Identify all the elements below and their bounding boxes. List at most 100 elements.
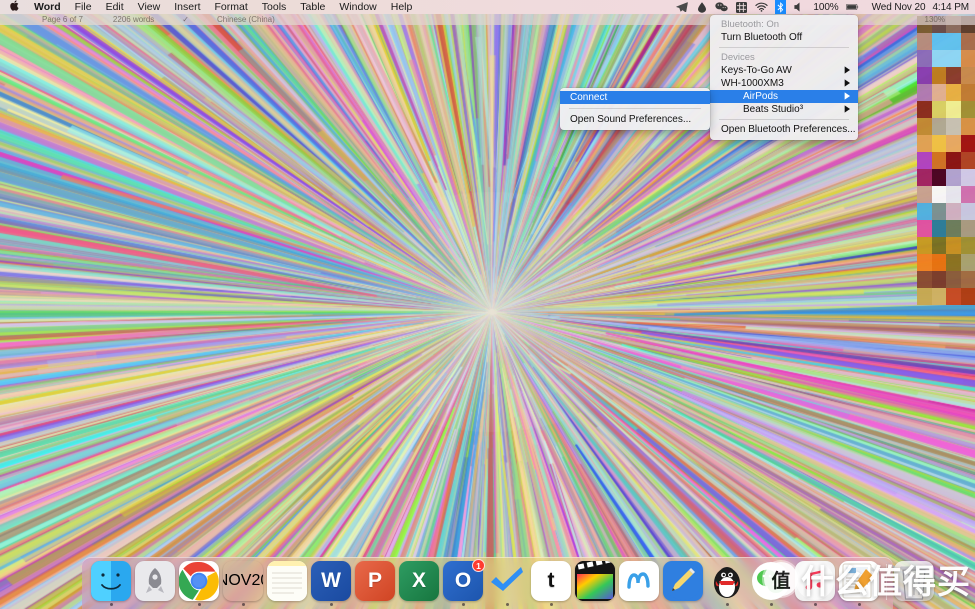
palette-swatch bbox=[917, 288, 932, 305]
battery-full-icon[interactable] bbox=[845, 1, 859, 13]
submenu-item-connect[interactable]: Connect bbox=[560, 91, 710, 104]
dock-running-indicator bbox=[461, 603, 465, 606]
palette-swatch bbox=[960, 118, 975, 135]
bluetooth-dropdown-menu[interactable]: Bluetooth: On Turn Bluetooth Off Devices… bbox=[710, 15, 858, 140]
dock-badge: 1 bbox=[472, 559, 485, 572]
menu-window[interactable]: Window bbox=[332, 0, 383, 14]
menu-tools[interactable]: Tools bbox=[255, 0, 294, 14]
dock-item-finalcut[interactable] bbox=[573, 560, 617, 606]
word-language-indicator: Chinese (China) bbox=[216, 15, 275, 24]
bluetooth-device-item[interactable]: Keys-To-Go AW ▶ bbox=[710, 64, 858, 77]
palette-swatch bbox=[917, 84, 932, 101]
dock-running-indicator bbox=[109, 603, 113, 606]
dock-running-indicator bbox=[154, 603, 157, 606]
dock-item-things[interactable] bbox=[485, 560, 529, 606]
menu-bar-time[interactable]: 4:14 PM bbox=[932, 2, 969, 13]
dock-item-chrome[interactable] bbox=[177, 560, 221, 606]
macos-menu-bar: Word File Edit View Insert Format Tools … bbox=[0, 0, 975, 14]
dock-item-mweb[interactable] bbox=[617, 560, 661, 606]
palette-swatch bbox=[931, 152, 946, 169]
music-icon bbox=[795, 561, 835, 601]
palette-swatch bbox=[917, 118, 932, 135]
palette-swatch bbox=[931, 135, 946, 152]
finalcut-icon bbox=[575, 561, 615, 601]
bluetooth-device-list: Keys-To-Go AW ▶ WH-1000XM3 ▶ AirPods ▶ Beats S… bbox=[710, 64, 858, 116]
word-letter: W bbox=[321, 569, 341, 592]
trash-icon bbox=[894, 561, 934, 601]
palette-swatch bbox=[917, 220, 932, 237]
chevron-right-icon: ▶ bbox=[844, 78, 850, 89]
bluetooth-device-item[interactable]: WH-1000XM3 ▶ bbox=[710, 77, 858, 90]
bluetooth-device-name: WH-1000XM3 bbox=[721, 78, 784, 89]
dock-item-pages[interactable] bbox=[837, 560, 881, 606]
dock-item-powerpoint[interactable]: P bbox=[353, 560, 397, 606]
telegram-icon[interactable] bbox=[675, 1, 688, 13]
menu-help[interactable]: Help bbox=[384, 0, 420, 14]
turn-bluetooth-off-item[interactable]: Turn Bluetooth Off bbox=[710, 31, 858, 44]
dock-item-finder[interactable] bbox=[89, 560, 133, 606]
menu-word[interactable]: Word bbox=[27, 0, 68, 14]
palette-swatch bbox=[931, 33, 946, 50]
palette-swatch bbox=[931, 118, 946, 135]
dock-running-indicator bbox=[374, 603, 377, 606]
submenu-item-open-sound-preferences[interactable]: Open Sound Preferences... bbox=[560, 113, 710, 126]
palette-swatch bbox=[931, 254, 946, 271]
bluetooth-device-name: Beats Studio³ bbox=[743, 104, 804, 115]
dock-item-wechat[interactable] bbox=[749, 560, 793, 606]
palette-swatch bbox=[931, 50, 946, 67]
wechat-icon[interactable] bbox=[715, 1, 729, 13]
dock-running-indicator bbox=[769, 603, 773, 606]
palette-swatch bbox=[931, 186, 946, 203]
menu-format[interactable]: Format bbox=[208, 0, 255, 14]
menu-file[interactable]: File bbox=[68, 0, 99, 14]
menu-table[interactable]: Table bbox=[293, 0, 332, 14]
dock-item-music[interactable] bbox=[793, 560, 837, 606]
palette-swatch bbox=[946, 50, 961, 67]
bluetooth-device-name: AirPods bbox=[743, 91, 779, 102]
palette-swatch bbox=[931, 237, 946, 254]
dock-item-launchpad[interactable] bbox=[133, 560, 177, 606]
macos-dock[interactable]: NOV20 WPX1O t bbox=[82, 557, 934, 609]
palette-swatch bbox=[931, 67, 946, 84]
dock-item-notes[interactable] bbox=[265, 560, 309, 606]
palette-swatch bbox=[917, 254, 932, 271]
finder-icon bbox=[91, 561, 131, 601]
palette-swatch bbox=[960, 50, 975, 67]
droplet-icon[interactable] bbox=[695, 1, 708, 13]
palette-swatch bbox=[931, 288, 946, 305]
airpods-context-submenu[interactable]: Connect Open Sound Preferences... bbox=[560, 88, 710, 130]
palette-swatch bbox=[917, 271, 932, 288]
apple-logo-icon[interactable] bbox=[6, 0, 27, 14]
wechat-icon bbox=[751, 561, 791, 601]
mweb-icon bbox=[619, 561, 659, 601]
open-bluetooth-preferences-item[interactable]: Open Bluetooth Preferences... bbox=[710, 123, 858, 136]
dock-item-notability[interactable] bbox=[661, 560, 705, 606]
dock-item-excel[interactable]: X bbox=[397, 560, 441, 606]
volume-icon[interactable] bbox=[793, 1, 806, 13]
dock-item-word[interactable]: W bbox=[309, 560, 353, 606]
palette-swatch bbox=[917, 33, 932, 50]
bluetooth-device-item[interactable]: AirPods ▶ bbox=[710, 90, 858, 103]
menu-edit[interactable]: Edit bbox=[99, 0, 131, 14]
dock-item-trash[interactable] bbox=[892, 560, 936, 606]
calendar-icon: NOV20 bbox=[223, 561, 263, 601]
dock-item-qq[interactable] bbox=[705, 560, 749, 606]
palette-swatch bbox=[960, 254, 975, 271]
bluetooth-icon[interactable] bbox=[775, 0, 787, 14]
dock-divider bbox=[886, 564, 887, 600]
palette-swatch bbox=[946, 220, 961, 237]
menu-view[interactable]: View bbox=[131, 0, 168, 14]
tot-icon: t bbox=[531, 561, 571, 601]
palette-swatch bbox=[946, 254, 961, 271]
menu-insert[interactable]: Insert bbox=[167, 0, 207, 14]
wifi-icon[interactable] bbox=[755, 1, 769, 13]
menu-bar-status-area: 100% Wed Nov 20 4:14 PM bbox=[675, 0, 975, 14]
bluetooth-device-item[interactable]: Beats Studio³ ▶ bbox=[710, 103, 858, 116]
notes-icon bbox=[267, 561, 307, 601]
input-source-grid-icon[interactable] bbox=[735, 1, 748, 13]
palette-swatch bbox=[917, 203, 932, 220]
menu-bar-date[interactable]: Wed Nov 20 bbox=[872, 2, 926, 13]
dock-item-calendar[interactable]: NOV20 bbox=[221, 560, 265, 606]
dock-item-outlook[interactable]: 1O bbox=[441, 559, 485, 606]
dock-item-tot[interactable]: t bbox=[529, 560, 573, 606]
